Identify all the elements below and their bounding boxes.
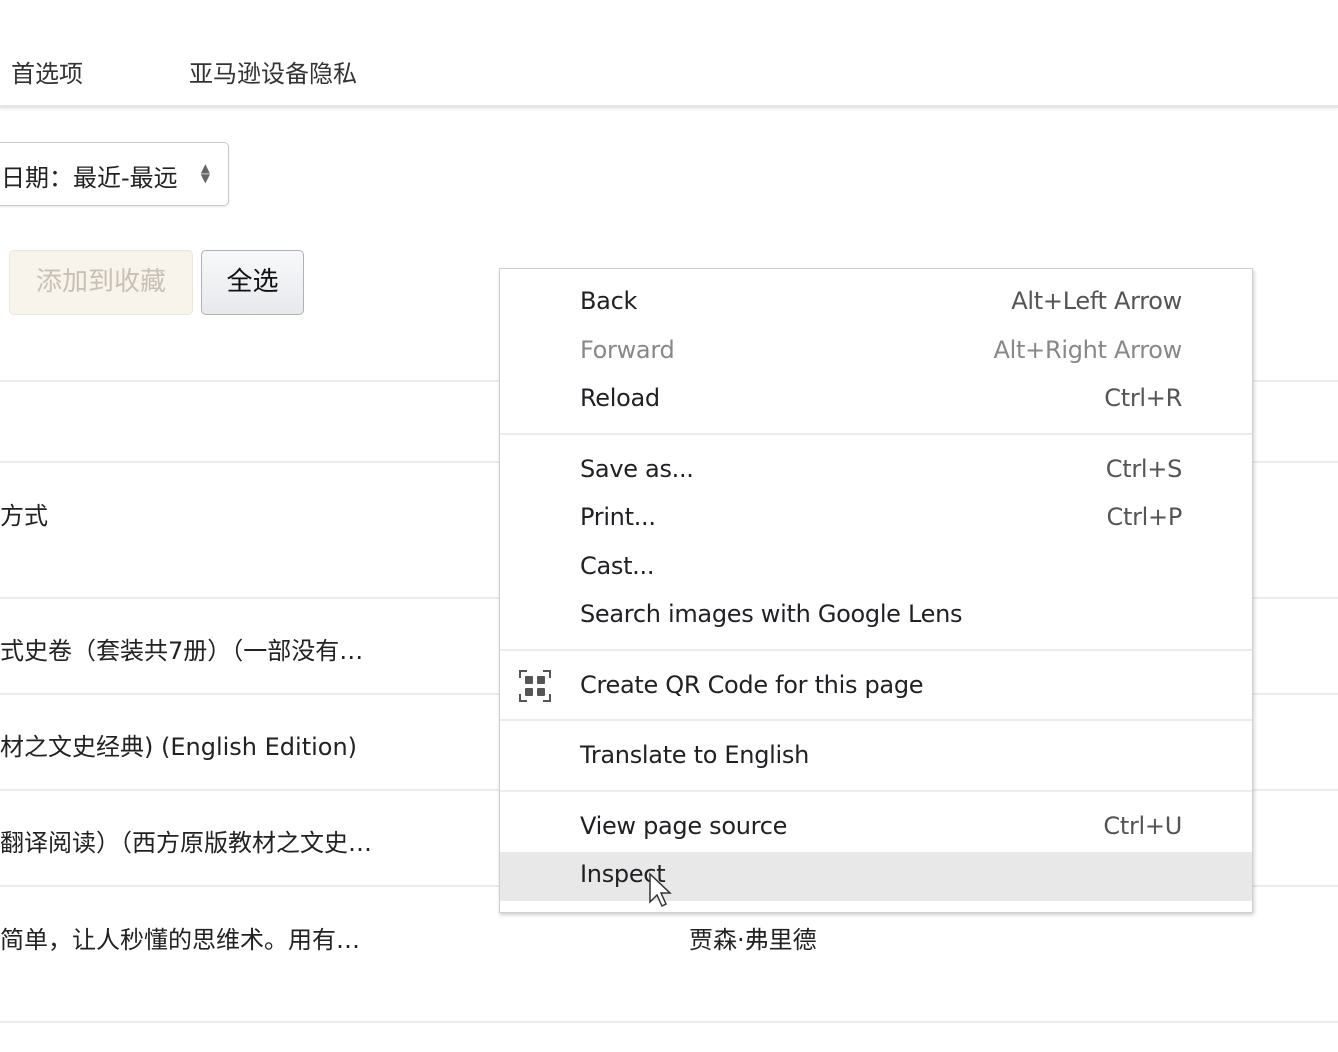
list-item[interactable]: 式史卷（套装共7册）（一部没有… xyxy=(0,631,363,666)
menu-label: View page source xyxy=(580,811,788,840)
sort-value: 日期：最近-最远 xyxy=(1,164,178,192)
menu-shortcut: Alt+Left Arrow xyxy=(1011,287,1182,315)
menu-separator xyxy=(500,719,1252,721)
menu-label: Create QR Code for this page xyxy=(580,670,924,699)
add-to-favorites-button[interactable]: 添加到收藏 xyxy=(9,250,193,315)
list-item[interactable]: 简单，让人秒懂的思维术。用有… xyxy=(0,920,360,955)
qr-code-icon xyxy=(519,669,551,702)
menu-separator xyxy=(500,648,1252,651)
menu-item-create-qr[interactable]: Create QR Code for this page xyxy=(500,663,1252,712)
divider xyxy=(0,1021,1338,1023)
menu-separator xyxy=(500,789,1252,792)
menu-item-view-source[interactable]: View page source Ctrl+U xyxy=(500,804,1252,853)
select-all-button[interactable]: 全选 xyxy=(201,250,304,315)
list-item[interactable]: 材之文史经典) (English Edition) xyxy=(0,727,357,762)
menu-item-google-lens[interactable]: Search images with Google Lens xyxy=(500,592,1252,641)
menu-item-inspect[interactable]: Inspect xyxy=(500,852,1252,901)
menu-shortcut: Ctrl+P xyxy=(1106,503,1183,531)
nav-amazon-device-privacy[interactable]: 亚马逊设备隐私 xyxy=(189,54,357,89)
menu-label: Search images with Google Lens xyxy=(580,600,963,628)
menu-separator xyxy=(500,432,1252,435)
menu-label: Back xyxy=(580,287,638,315)
table-header-cell: 方式 xyxy=(0,502,48,530)
menu-shortcut: Ctrl+R xyxy=(1104,384,1182,412)
menu-item-translate[interactable]: Translate to English xyxy=(500,733,1252,782)
list-item[interactable]: 翻译阅读）（西方原版教材之文史… xyxy=(0,823,372,858)
menu-label: Cast... xyxy=(580,551,655,580)
menu-label: Reload xyxy=(580,384,660,412)
menu-item-forward[interactable]: Forward Alt+Right Arrow xyxy=(500,328,1252,377)
menu-item-print[interactable]: Print... Ctrl+P xyxy=(500,495,1252,544)
menu-item-cast[interactable]: Cast... xyxy=(500,544,1252,593)
menu-item-back[interactable]: Back Alt+Left Arrow xyxy=(500,279,1252,328)
chevron-updown-icon: ▲ ▼ xyxy=(200,161,210,185)
context-menu: Back Alt+Left Arrow Forward Alt+Right Arro… xyxy=(499,268,1253,913)
menu-item-reload[interactable]: Reload Ctrl+R xyxy=(500,376,1252,425)
menu-label: Translate to English xyxy=(580,741,809,769)
menu-item-save-as[interactable]: Save as... Ctrl+S xyxy=(500,447,1252,496)
menu-label: Save as... xyxy=(580,454,694,483)
menu-shortcut: Alt+Right Arrow xyxy=(993,335,1183,364)
mouse-cursor-icon xyxy=(649,872,672,908)
sort-select[interactable]: 日期：最近-最远 ▲ ▼ xyxy=(0,142,229,206)
author-name[interactable]: 贾森·弗里德 xyxy=(689,920,817,955)
top-nav: 首选项 亚马逊设备隐私 xyxy=(0,0,1338,108)
nav-preferences[interactable]: 首选项 xyxy=(11,54,83,89)
menu-shortcut: Ctrl+U xyxy=(1103,811,1182,840)
menu-label: Print... xyxy=(580,503,656,531)
menu-label: Forward xyxy=(580,335,675,364)
menu-shortcut: Ctrl+S xyxy=(1105,454,1183,483)
